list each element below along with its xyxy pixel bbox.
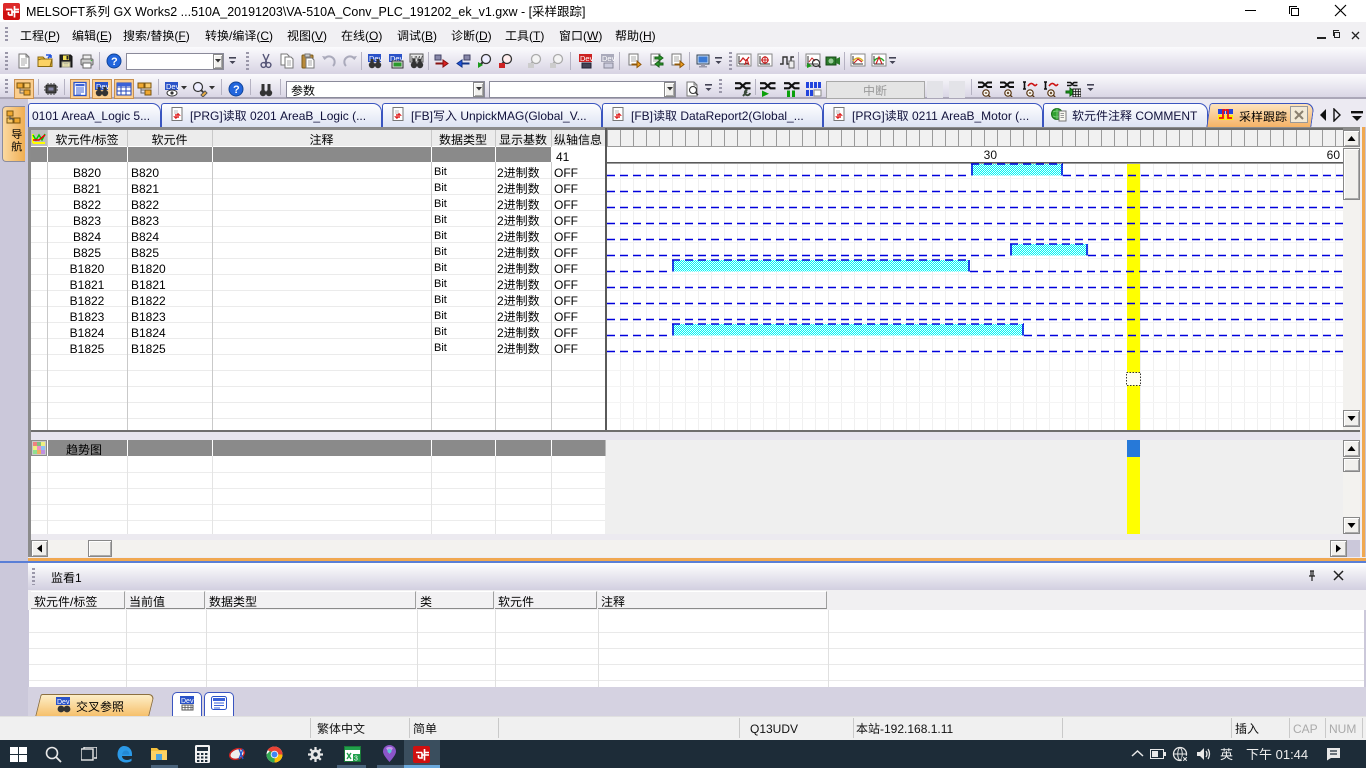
svg-text:?: ? — [233, 84, 240, 96]
svg-text:3: 3 — [354, 756, 358, 763]
svg-text:A: A — [744, 58, 750, 67]
svg-text:?: ? — [111, 56, 118, 68]
svg-text:Dev: Dev — [580, 54, 594, 63]
svg-text:60: 60 — [1327, 148, 1341, 162]
svg-text:Dev: Dev — [57, 699, 70, 706]
svg-text:Dev: Dev — [181, 698, 194, 705]
svg-text:30: 30 — [984, 148, 998, 162]
svg-text:Dev: Dev — [602, 54, 616, 63]
